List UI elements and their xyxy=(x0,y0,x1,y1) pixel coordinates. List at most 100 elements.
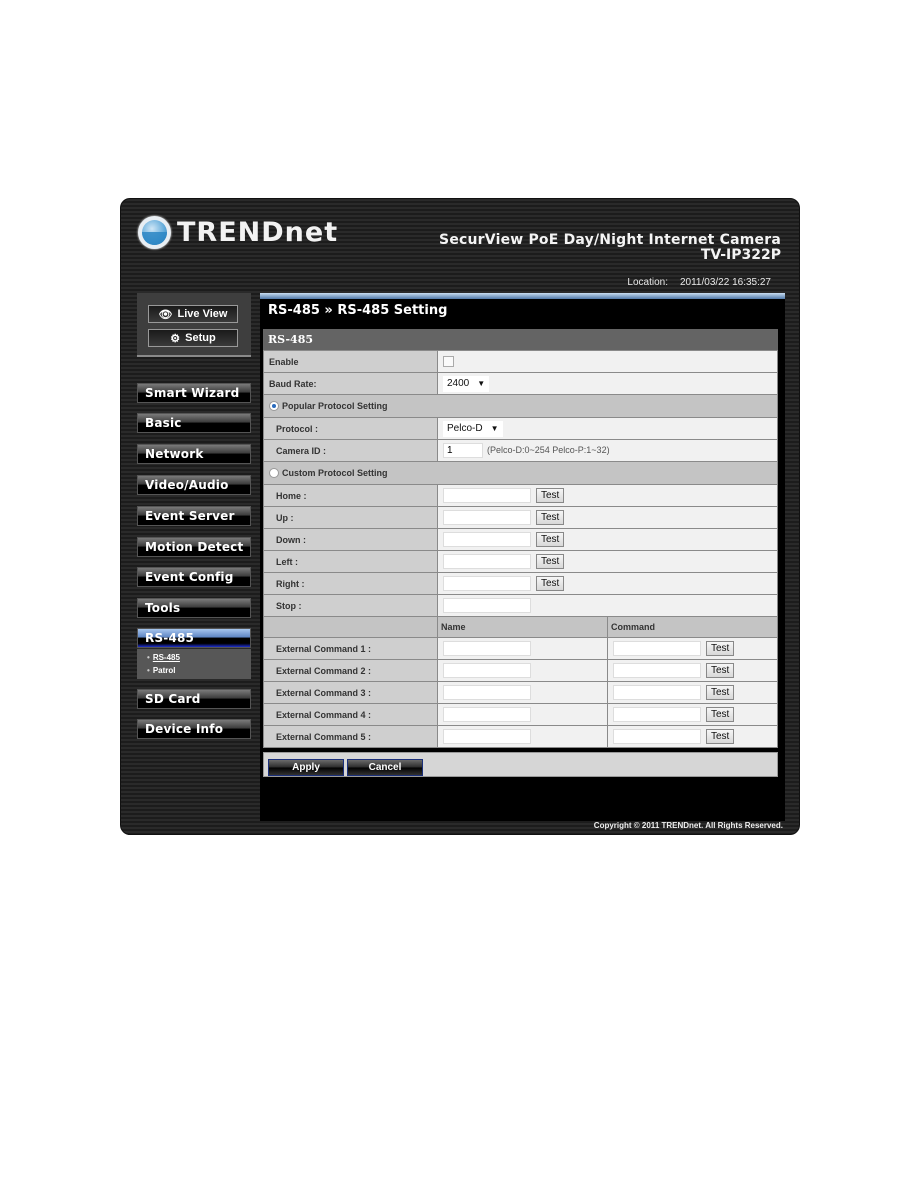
apply-button[interactable]: Apply xyxy=(268,759,344,776)
ext-test-button-4[interactable]: Test xyxy=(706,707,735,722)
right-input[interactable] xyxy=(443,576,531,591)
ext-command-cell: Test xyxy=(607,725,778,748)
ext-command-cell: Test xyxy=(607,681,778,704)
ext-name-cell xyxy=(437,703,608,726)
ext-name-input-1[interactable] xyxy=(443,641,531,656)
nav-event-server[interactable]: Event Server xyxy=(137,506,251,526)
datetime: 2011/03/22 16:35:27 xyxy=(679,277,771,288)
external-command-label: External Command 3 : xyxy=(263,681,438,704)
left-test-button[interactable]: Test xyxy=(536,554,565,569)
bullet-icon: • xyxy=(147,653,150,662)
camera-web-ui: TRENDnet SecurView PoE Day/Night Interne… xyxy=(120,198,800,835)
eye-icon: 👁 xyxy=(158,308,173,321)
protocol-select[interactable]: Pelco-D ▼ xyxy=(443,420,503,437)
bullet-icon: • xyxy=(147,666,150,675)
up-label: Up : xyxy=(263,506,438,529)
home-input[interactable] xyxy=(443,488,531,503)
name-column-header: Name xyxy=(437,616,608,638)
ext-command-input-1[interactable] xyxy=(613,641,701,656)
left-input[interactable] xyxy=(443,554,531,569)
nav-smart-wizard[interactable]: Smart Wizard xyxy=(137,383,251,403)
ext-test-button-2[interactable]: Test xyxy=(706,663,735,678)
protocol-value: Pelco-D xyxy=(447,423,483,434)
nav-motion-detect[interactable]: Motion Detect xyxy=(137,537,251,557)
home-test-button[interactable]: Test xyxy=(536,488,565,503)
camera-id-hint: (Pelco-D:0~254 Pelco-P:1~32) xyxy=(487,444,610,455)
protocol-label: Protocol : xyxy=(263,417,438,440)
mode-switcher: 👁 Live View ⚙ Setup xyxy=(137,293,251,357)
popular-protocol-label: Popular Protocol Setting xyxy=(282,400,388,411)
ext-name-cell xyxy=(437,659,608,682)
rs485-subnav: • RS-485 • Patrol xyxy=(137,649,251,679)
ext-command-cell: Test xyxy=(607,703,778,726)
ext-command-input-3[interactable] xyxy=(613,685,701,700)
ext-test-button-3[interactable]: Test xyxy=(706,685,735,700)
ext-name-input-3[interactable] xyxy=(443,685,531,700)
enable-checkbox[interactable] xyxy=(443,356,454,368)
location-label: Location: xyxy=(627,277,668,288)
left-cell: Test xyxy=(437,550,778,573)
external-command-row: External Command 4 : Test xyxy=(263,703,778,726)
custom-row-right: Right : Test xyxy=(263,572,778,595)
gears-icon: ⚙ xyxy=(170,332,181,345)
external-command-row: External Command 2 : Test xyxy=(263,659,778,682)
custom-row-up: Up : Test xyxy=(263,506,778,529)
ext-name-input-2[interactable] xyxy=(443,663,531,678)
ext-name-input-5[interactable] xyxy=(443,729,531,744)
down-test-button[interactable]: Test xyxy=(536,532,565,547)
product-model: TV-IP322P xyxy=(700,247,781,263)
enable-cell xyxy=(437,350,778,373)
subnav-item-patrol[interactable]: • Patrol xyxy=(147,664,251,677)
live-view-label: Live View xyxy=(177,308,228,320)
enable-row: Enable xyxy=(263,350,778,373)
external-command-label: External Command 2 : xyxy=(263,659,438,682)
ext-command-input-4[interactable] xyxy=(613,707,701,722)
setup-button[interactable]: ⚙ Setup xyxy=(148,329,238,347)
right-test-button[interactable]: Test xyxy=(536,576,565,591)
ext-command-cell: Test xyxy=(607,659,778,682)
up-input[interactable] xyxy=(443,510,531,525)
up-cell: Test xyxy=(437,506,778,529)
ext-test-button-1[interactable]: Test xyxy=(706,641,735,656)
external-commands-table: Name Command External Command 1 : Test E… xyxy=(263,616,778,748)
enable-label: Enable xyxy=(263,350,438,373)
ext-name-input-4[interactable] xyxy=(443,707,531,722)
protocol-cell: Pelco-D ▼ xyxy=(437,417,778,440)
ext-test-button-5[interactable]: Test xyxy=(706,729,735,744)
custom-row-left: Left : Test xyxy=(263,550,778,573)
nav-event-config[interactable]: Event Config xyxy=(137,567,251,587)
ext-command-input-2[interactable] xyxy=(613,663,701,678)
up-test-button[interactable]: Test xyxy=(536,510,565,525)
nav-tools[interactable]: Tools xyxy=(137,598,251,618)
action-bar: Apply Cancel xyxy=(263,752,778,777)
baud-rate-select[interactable]: 2400 ▼ xyxy=(443,375,490,392)
cancel-button[interactable]: Cancel xyxy=(347,759,423,776)
camera-id-input[interactable]: 1 xyxy=(443,443,483,458)
nav-device-info[interactable]: Device Info xyxy=(137,719,251,739)
nav-basic[interactable]: Basic xyxy=(137,413,251,433)
subnav-patrol-label: Patrol xyxy=(152,666,176,675)
custom-protocol-radio[interactable] xyxy=(269,468,279,479)
baud-rate-cell: 2400 ▼ xyxy=(437,372,778,395)
logo-globe-icon xyxy=(138,216,171,249)
camera-id-row: Camera ID : 1 (Pelco-D:0~254 Pelco-P:1~32… xyxy=(263,439,778,462)
chevron-down-icon: ▼ xyxy=(477,379,486,388)
nav-sd-card[interactable]: SD Card xyxy=(137,689,251,709)
nav-video-audio[interactable]: Video/Audio xyxy=(137,475,251,495)
popular-protocol-cell: Popular Protocol Setting xyxy=(263,394,778,418)
rs485-settings-panel: RS-485 Enable Baud Rate: 2400 ▼ Popular P… xyxy=(263,329,778,777)
ext-name-cell xyxy=(437,637,608,660)
subnav-rs485-label: RS-485 xyxy=(152,653,180,662)
subnav-item-rs485[interactable]: • RS-485 xyxy=(147,651,251,664)
popular-protocol-radio[interactable] xyxy=(269,401,279,412)
ext-command-input-5[interactable] xyxy=(613,729,701,744)
ext-name-cell xyxy=(437,725,608,748)
down-input[interactable] xyxy=(443,532,531,547)
nav-rs485[interactable]: RS-485 xyxy=(137,628,251,648)
home-cell: Test xyxy=(437,484,778,507)
custom-protocol-label: Custom Protocol Setting xyxy=(282,467,388,478)
stop-input[interactable] xyxy=(443,598,531,613)
nav-network[interactable]: Network xyxy=(137,444,251,464)
camera-id-label: Camera ID : xyxy=(263,439,438,462)
live-view-button[interactable]: 👁 Live View xyxy=(148,305,238,323)
